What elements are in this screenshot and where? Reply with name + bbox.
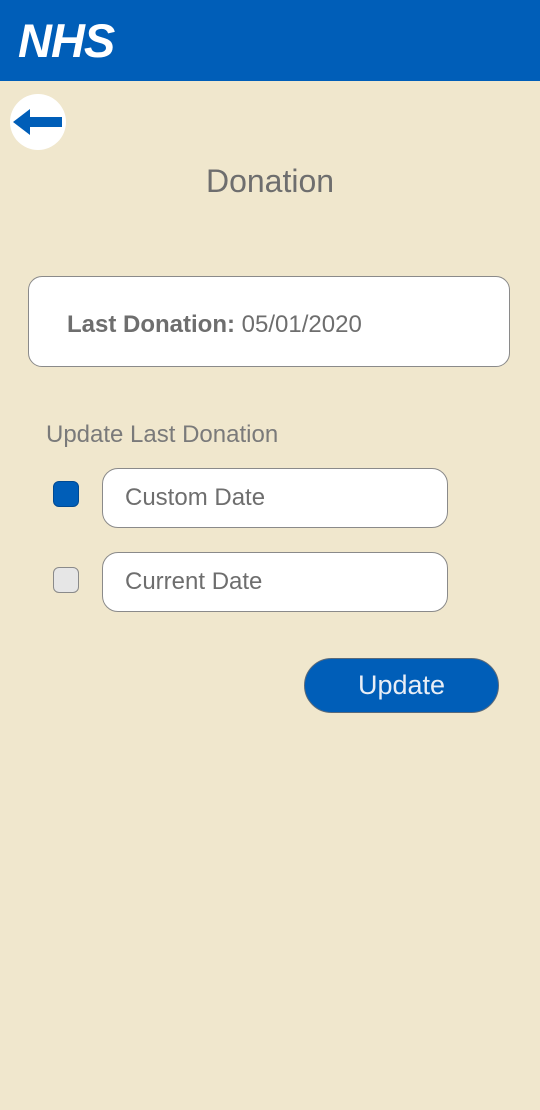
last-donation-line: Last Donation: 05/01/2020 <box>67 311 362 339</box>
last-donation-value: 05/01/2020 <box>241 311 362 338</box>
update-button[interactable]: Update <box>304 658 499 713</box>
update-last-donation-label: Update Last Donation <box>46 421 279 448</box>
custom-date-checkbox[interactable] <box>53 481 79 507</box>
last-donation-label: Last Donation: <box>67 311 235 338</box>
arrow-left-icon <box>13 109 62 135</box>
app-header: NHS <box>0 0 540 81</box>
page-title: Donation <box>205 163 335 199</box>
current-date-checkbox[interactable] <box>53 567 79 593</box>
current-date-field[interactable] <box>102 552 448 612</box>
custom-date-field[interactable] <box>102 468 448 528</box>
last-donation-card: Last Donation: 05/01/2020 <box>28 276 510 367</box>
back-button[interactable] <box>10 94 66 150</box>
nhs-logo: NHS <box>18 14 115 67</box>
